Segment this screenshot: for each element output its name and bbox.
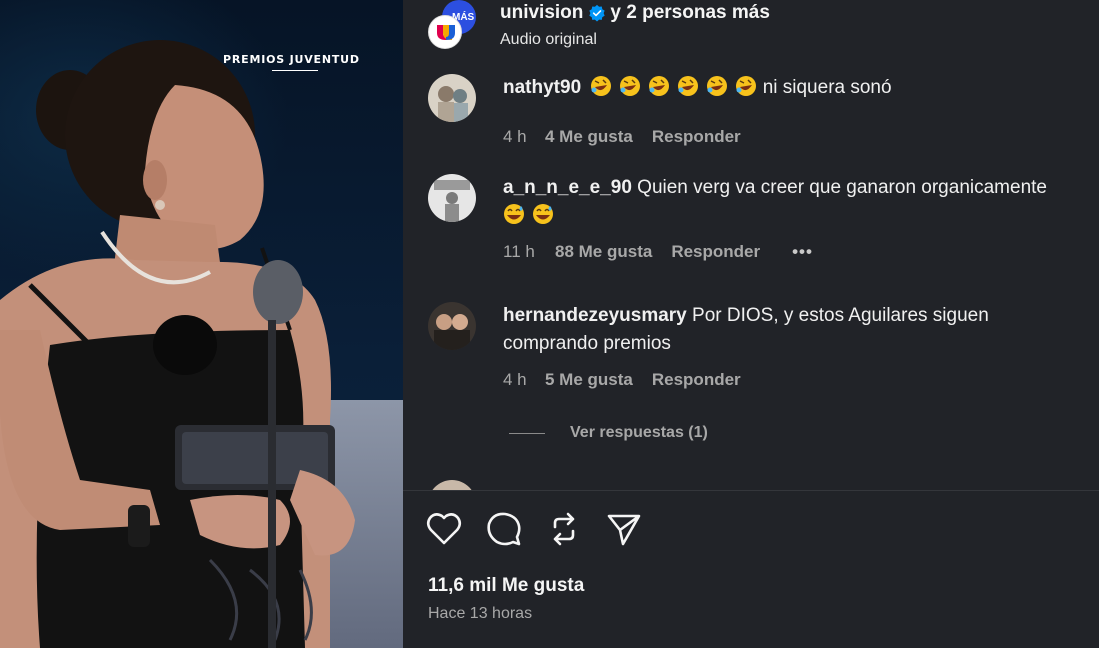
comment-icon [487,512,521,546]
comment-meta: 4 h 4 Me gusta Responder [503,127,741,147]
reply-button[interactable]: Responder [652,370,741,390]
repost-button[interactable] [545,509,583,549]
comment-time[interactable]: 4 h [503,370,545,390]
author-username[interactable]: univision [500,2,583,24]
view-replies-button[interactable]: Ver respuestas (1) [509,424,708,442]
comment-username[interactable]: nathyt90 [503,77,581,98]
univision-logo-icon [437,25,455,40]
comment-list[interactable]: nathyt90 ni siquera sonó 4 h 4 Me gusta … [403,62,1099,490]
like-button[interactable] [425,509,463,549]
actions-divider [403,490,1099,491]
avatar-photo [428,74,476,122]
post-media[interactable]: PREMIOS JUVENTUD [0,0,403,648]
commenter-avatar[interactable] [428,174,476,222]
rolling-laughing-emoji-icon [736,76,757,96]
reply-button[interactable]: Responder [652,127,741,147]
post-author-line[interactable]: univision y 2 personas más [500,2,770,24]
rolling-laughing-emoji-icon [649,76,670,96]
audio-link[interactable]: Audio original [500,31,597,49]
commenter-avatar[interactable] [428,74,476,122]
post-header: MÁS univision y 2 personas más Audio ori… [403,0,1099,62]
comment-text: hernandezeyusmary Por DIOS, y estos Agui… [503,302,1085,358]
comment-text: a_n_n_e_e_90 Quien verg va creer que gan… [503,174,1085,230]
post-timestamp[interactable]: Hace 13 horas [428,605,532,623]
author-avatar[interactable] [428,15,462,49]
watermark-underline [272,70,318,71]
comment-likes[interactable]: 5 Me gusta [545,370,633,390]
rolling-laughing-emoji-icon [678,76,699,96]
rolling-laughing-emoji-icon [707,76,728,96]
comment-likes[interactable]: 4 Me gusta [545,127,633,147]
comment-text: nathyt90 ni siquera sonó [503,74,1085,102]
view-replies-label: Ver respuestas (1) [570,424,708,441]
send-icon [607,514,641,546]
grinning-sweat-emoji-icon [533,204,553,224]
likes-count[interactable]: 11,6 mil Me gusta [428,575,584,597]
grin-emojis [503,204,561,226]
comment-time[interactable]: 4 h [503,127,545,147]
repost-icon [553,512,575,546]
comment-message: Quien verg va creer que ganaron organica… [637,177,1047,198]
comments-panel: MÁS univision y 2 personas más Audio ori… [403,0,1099,648]
comment-likes[interactable]: 88 Me gusta [555,242,652,262]
commenter-avatar[interactable] [428,480,476,490]
post-actions [425,509,643,549]
heart-icon [426,513,462,545]
grinning-sweat-emoji-icon [504,204,524,224]
collaborators-link[interactable]: y 2 personas más [610,2,769,24]
comment-message: ni siquera sonó [762,77,892,98]
verified-badge-icon [589,4,606,22]
comment-username[interactable]: a_n_n_e_e_90 [503,177,632,198]
presenter-figure [0,40,355,648]
avatar-photo [428,174,476,222]
comment-time[interactable]: 11 h [503,242,555,262]
reply-button[interactable]: Responder [671,242,760,262]
commenter-avatar[interactable] [428,302,476,350]
share-button[interactable] [605,509,643,549]
event-watermark: PREMIOS JUVENTUD [223,53,360,66]
rolling-laughing-emoji-icon [591,76,612,96]
replies-divider-line [509,432,545,434]
laugh-emojis [590,76,762,98]
avatar-photo [428,302,476,350]
comment-meta: 4 h 5 Me gusta Responder [503,370,741,390]
more-options-icon[interactable]: ••• [792,242,813,262]
rolling-laughing-emoji-icon [620,76,641,96]
comment-meta: 11 h 88 Me gusta Responder ••• [503,242,813,262]
comment-username[interactable]: hernandezeyusmary [503,305,687,326]
comment-button[interactable] [485,509,523,549]
